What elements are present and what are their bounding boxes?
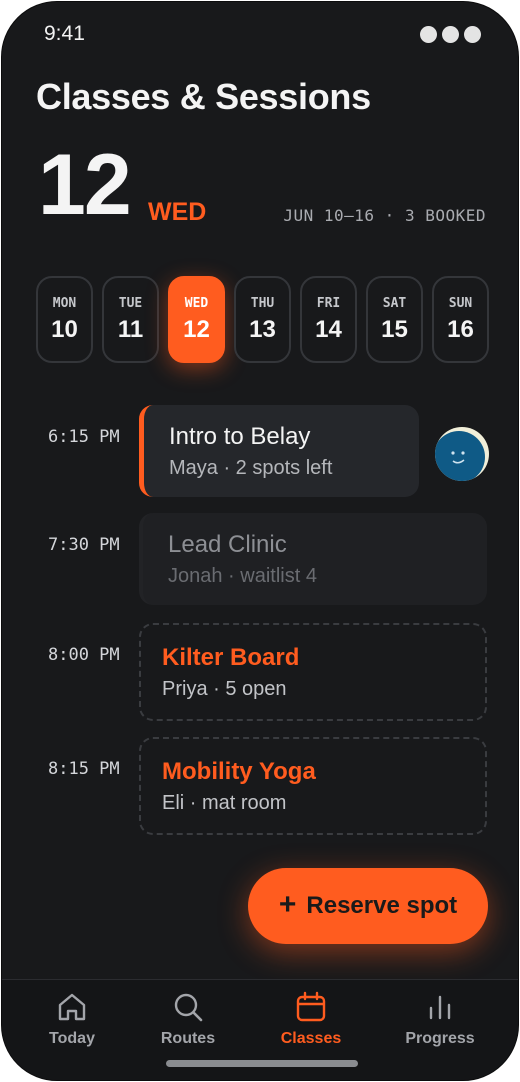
day-button-sat[interactable]: SAT 15 (366, 276, 423, 363)
session-subtitle: Priya · 5 open (162, 677, 287, 700)
page-title: Classes & Sessions (36, 76, 371, 117)
day-weekday: FRI (316, 295, 341, 311)
bar-chart-icon (429, 995, 451, 1020)
home-indicator[interactable] (166, 1060, 358, 1067)
session-card-booked[interactable]: Intro to Belay Maya · 2 spots left (139, 405, 419, 497)
session-card-waitlist[interactable]: Lead Clinic Jonah · waitlist 4 (139, 513, 487, 605)
session-subtitle: Maya · 2 spots left (169, 456, 333, 479)
reserve-spot-label: Reserve spot (306, 892, 458, 919)
session-time: 8:00 PM (48, 645, 120, 665)
more-options-icon[interactable] (420, 26, 481, 43)
day-button-thu[interactable]: THU 13 (234, 276, 291, 363)
tab-label: Routes (160, 1030, 216, 1047)
day-button-wed[interactable]: WED 12 (168, 276, 225, 363)
session-title: Kilter Board (162, 643, 300, 671)
home-icon (58, 993, 86, 1021)
selected-weekday: WED (148, 198, 207, 226)
tab-today[interactable]: Today (17, 980, 127, 1060)
session-subtitle: Jonah · waitlist 4 (168, 564, 317, 587)
day-button-sun[interactable]: SUN 16 (432, 276, 489, 363)
status-time: 9:41 (44, 22, 85, 45)
tab-label: Progress (405, 1030, 475, 1047)
tab-label: Classes (280, 1030, 342, 1047)
search-icon (174, 993, 203, 1022)
day-button-fri[interactable]: FRI 14 (300, 276, 357, 363)
session-time: 6:15 PM (48, 427, 120, 447)
tab-routes[interactable]: Routes (133, 980, 243, 1060)
session-time: 7:30 PM (48, 535, 120, 555)
session-title: Lead Clinic (168, 530, 287, 558)
session-title: Mobility Yoga (162, 757, 316, 785)
day-button-mon[interactable]: MON 10 (36, 276, 93, 363)
day-weekday: THU (250, 295, 275, 311)
plus-icon: + (278, 887, 297, 921)
day-number: 13 (249, 315, 276, 343)
calendar-icon (296, 991, 326, 1022)
day-number: 15 (381, 315, 408, 343)
tab-classes[interactable]: Classes (256, 980, 366, 1060)
day-weekday: WED (184, 295, 209, 311)
day-weekday: MON (52, 295, 77, 311)
day-number: 12 (183, 315, 210, 343)
session-subtitle: Eli · mat room (162, 791, 287, 814)
phone-screen: 9:41 Classes & Sessions 12 WED JUN 10–16… (1, 1, 519, 1081)
day-button-tue[interactable]: TUE 11 (102, 276, 159, 363)
bottom-tab-bar: Today Routes Classes Progress (2, 979, 518, 1080)
avatar-icon (435, 431, 485, 481)
session-time: 8:15 PM (48, 759, 120, 779)
session-card-open[interactable]: Mobility Yoga Eli · mat room (139, 737, 487, 835)
day-selector: MON 10 TUE 11 WED 12 THU 13 FRI 14 SAT 1… (36, 276, 489, 363)
day-number: 10 (51, 315, 78, 343)
day-weekday: SUN (448, 295, 473, 311)
session-title: Intro to Belay (169, 422, 311, 450)
reserve-spot-button[interactable]: + Reserve spot (248, 868, 488, 944)
week-range-summary: JUN 10–16 · 3 BOOKED (283, 206, 486, 225)
day-weekday: TUE (118, 295, 143, 311)
day-number: 11 (117, 315, 144, 343)
session-card-open[interactable]: Kilter Board Priya · 5 open (139, 623, 487, 721)
day-number: 14 (315, 315, 342, 343)
tab-label: Today (49, 1030, 95, 1047)
day-number: 16 (447, 315, 474, 343)
instructor-avatar[interactable] (435, 427, 489, 481)
day-weekday: SAT (382, 295, 407, 311)
tab-progress[interactable]: Progress (385, 980, 495, 1060)
selected-day-number: 12 (38, 137, 132, 233)
